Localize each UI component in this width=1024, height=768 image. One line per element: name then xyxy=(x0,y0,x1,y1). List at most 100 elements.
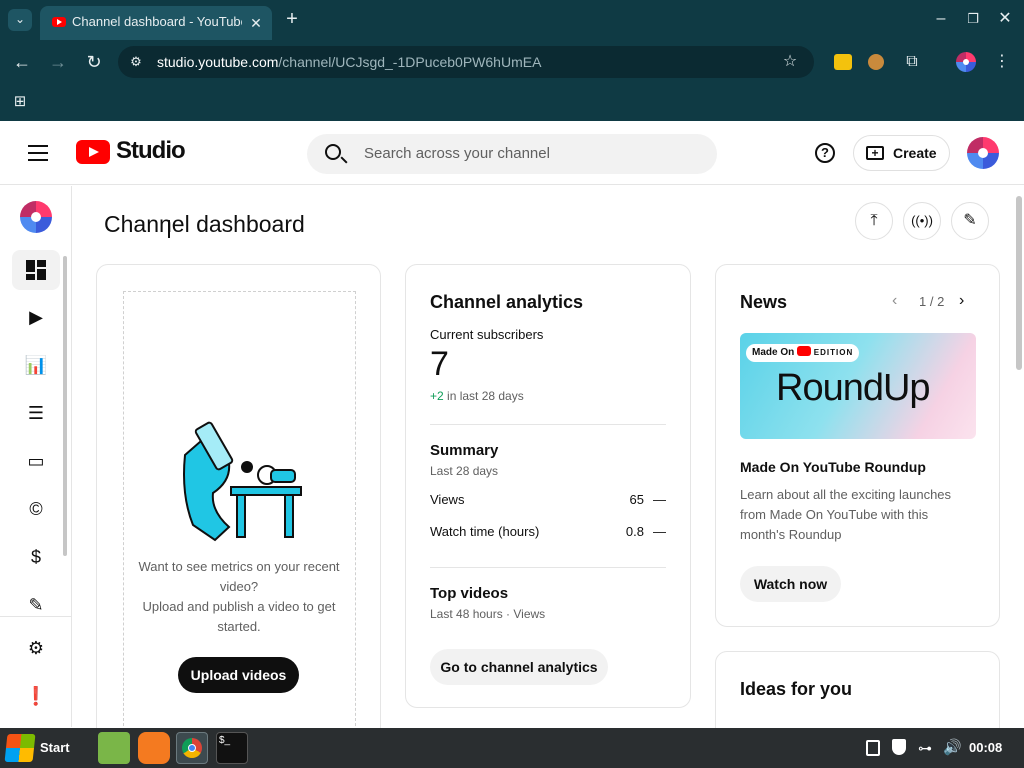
network-tray-icon[interactable]: ⊶ xyxy=(918,740,932,757)
badge-edition: EDITION xyxy=(813,348,854,357)
sidebar-item-copyright[interactable]: © xyxy=(24,497,48,521)
sidebar-divider xyxy=(0,616,72,617)
bookmark-star-icon[interactable]: ☆ xyxy=(780,52,800,72)
news-pager: 1 / 2 xyxy=(919,294,945,309)
extensions-icon[interactable]: ⧉ xyxy=(902,52,922,72)
browser-menu-icon[interactable]: ⋮ xyxy=(992,52,1012,72)
start-button[interactable]: Start xyxy=(0,728,80,768)
create-label: Create xyxy=(893,145,937,161)
summary-row-views: Views 65 — xyxy=(430,492,666,512)
watch-time-value: 0.8 xyxy=(625,524,644,539)
app-orange-icon[interactable] xyxy=(138,732,170,764)
minimize-icon[interactable]: – xyxy=(931,9,951,29)
top-videos-title: Top videos xyxy=(430,585,509,602)
cookie-extension-icon[interactable] xyxy=(868,54,884,70)
sidebar-item-dashboard[interactable] xyxy=(24,258,48,282)
main-scrollbar[interactable] xyxy=(1016,196,1022,370)
apps-grid-icon[interactable]: ⊞ xyxy=(10,92,30,112)
profile-avatar-icon[interactable] xyxy=(956,52,976,72)
views-label: Views xyxy=(430,492,465,507)
bookmarks-bar: ⊞ xyxy=(0,84,1024,121)
watch-now-button[interactable]: Watch now xyxy=(740,566,841,602)
new-tab-icon[interactable]: + xyxy=(282,9,302,29)
magic-wand-icon: ✎ xyxy=(28,595,44,615)
account-avatar[interactable] xyxy=(967,137,999,169)
live-icon[interactable]: ((•)) xyxy=(903,202,941,240)
back-icon[interactable]: ← xyxy=(12,52,32,72)
copyright-icon: © xyxy=(29,499,43,519)
restore-icon[interactable]: ❐ xyxy=(963,9,983,29)
upload-icon[interactable]: ⤒ xyxy=(855,202,893,240)
youtube-logo-icon[interactable] xyxy=(76,140,110,164)
news-next-icon[interactable]: › xyxy=(959,292,964,310)
sidebar-item-earn[interactable]: $ xyxy=(24,545,48,569)
summary-title: Summary xyxy=(430,442,499,459)
news-prev-icon[interactable]: ‹ xyxy=(892,292,897,310)
subscribers-delta-value: +2 xyxy=(430,389,444,403)
file-manager-icon[interactable] xyxy=(98,732,130,764)
help-icon[interactable]: ? xyxy=(815,143,835,163)
hamburger-menu-icon[interactable] xyxy=(28,145,48,161)
clipboard-tray-icon[interactable] xyxy=(866,740,880,756)
go-to-analytics-button[interactable]: Go to channel analytics xyxy=(430,649,608,685)
news-body: Learn about all the exciting launches fr… xyxy=(740,487,952,542)
clock: 00:08 xyxy=(969,740,1003,755)
tab-search-button[interactable]: ⌄ xyxy=(8,9,32,31)
upload-videos-button[interactable]: Upload videos xyxy=(178,657,299,693)
close-window-icon[interactable]: ✕ xyxy=(995,9,1015,29)
browser-tab[interactable]: Channel dashboard - YouTube ✕ xyxy=(40,6,272,40)
studio-logo-text: Studio xyxy=(116,137,186,164)
text-cursor-icon xyxy=(168,220,170,238)
sidebar-item-content[interactable]: ▶ xyxy=(24,305,48,329)
search-bar[interactable]: Search across your channel xyxy=(307,134,717,174)
sidebar-item-settings[interactable]: ⚙ xyxy=(24,636,48,660)
news-thumbnail[interactable]: Made On EDITION RoundUp xyxy=(740,333,976,439)
top-videos-period: Last 48 hours · Views xyxy=(430,607,546,621)
ideas-title: Ideas for you xyxy=(740,679,853,699)
earn-icon: $ xyxy=(30,547,41,567)
channel-analytics-card: Channel analytics Current subscribers 7 … xyxy=(405,264,691,708)
search-input[interactable]: Search across your channel xyxy=(364,145,550,162)
reload-icon[interactable]: ↻ xyxy=(84,52,104,72)
subtitles-icon: ▭ xyxy=(27,451,45,471)
summary-row-watch-time: Watch time (hours) 0.8 — xyxy=(430,524,666,544)
upload-card: Want to see metrics on your recent video… xyxy=(96,264,381,744)
badge-youtube-icon xyxy=(797,346,812,356)
sidebar-item-feedback[interactable]: ❗ xyxy=(24,684,48,708)
chrome-taskbar-icon[interactable] xyxy=(176,732,208,764)
browser-toolbar: ← → ↻ ⚙ studio.youtube.com/channel/UCJsg… xyxy=(0,40,1024,84)
sidebar-item-subtitles[interactable]: ▭ xyxy=(24,449,48,473)
volume-tray-icon[interactable]: 🔊 xyxy=(943,738,962,756)
news-title: News xyxy=(740,292,788,312)
news-headline: Made On YouTube Roundup xyxy=(740,459,926,475)
upload-prompt: Want to see metrics on your recent video… xyxy=(127,557,351,637)
badge-made-on: Made On xyxy=(752,347,795,358)
channel-avatar[interactable] xyxy=(20,201,52,233)
sidebar-item-analytics[interactable]: 📊 xyxy=(24,353,48,377)
forward-icon[interactable]: → xyxy=(48,52,68,72)
subscribers-delta-suffix: in last 28 days xyxy=(443,389,524,403)
terminal-icon[interactable]: $_ xyxy=(216,732,248,764)
os-taskbar: Start $_ ⊶ 🔊 00:08 xyxy=(0,728,1024,768)
windows-logo-icon xyxy=(4,734,36,762)
search-icon xyxy=(325,144,341,160)
subscribers-label: Current subscribers xyxy=(430,327,544,342)
site-info-icon[interactable]: ⚙ xyxy=(126,52,146,72)
close-tab-icon[interactable]: ✕ xyxy=(246,13,266,33)
analytics-title: Channel analytics xyxy=(430,292,584,312)
sidebar-item-customization[interactable]: ✎ xyxy=(24,593,48,617)
tab-title: Channel dashboard - YouTube xyxy=(72,14,242,29)
password-manager-icon[interactable] xyxy=(834,54,852,70)
browser-tab-bar: ⌄ Channel dashboard - YouTube ✕ + – ❐ ✕ xyxy=(0,0,1024,40)
upload-prompt-line2: Upload and publish a video to get starte… xyxy=(142,599,336,634)
create-button[interactable]: + Create xyxy=(853,135,950,171)
page-title: Channel dashboard xyxy=(104,211,305,237)
security-tray-icon[interactable] xyxy=(892,739,906,755)
address-bar[interactable]: ⚙ studio.youtube.com/channel/UCJsgd_-1DP… xyxy=(118,46,814,78)
studio-header: Studio Search across your channel ? + Cr… xyxy=(0,121,1024,185)
sidebar-scrollbar[interactable] xyxy=(63,256,67,556)
sidebar-item-comments[interactable]: ☰ xyxy=(24,401,48,425)
create-post-icon[interactable]: ✎ xyxy=(951,202,989,240)
dashboard-icon xyxy=(26,260,46,280)
start-label: Start xyxy=(40,740,70,755)
